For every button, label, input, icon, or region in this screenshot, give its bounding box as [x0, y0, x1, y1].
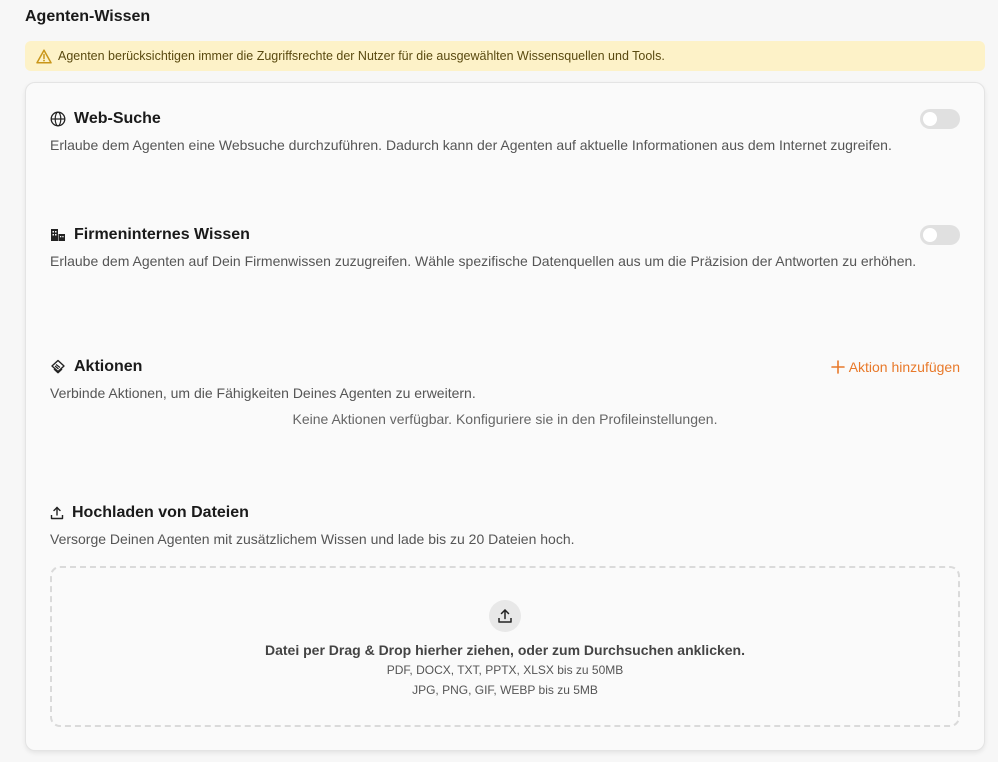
- actions-icon: [51, 359, 65, 374]
- upload-description: Versorge Deinen Agenten mit zusätzlichem…: [50, 531, 575, 547]
- web-search-toggle[interactable]: [920, 109, 960, 129]
- plus-icon: [830, 360, 845, 374]
- access-rights-banner: Agenten berücksichtigen immer die Zugrif…: [25, 41, 985, 71]
- file-dropzone[interactable]: Datei per Drag & Drop hierher ziehen, od…: [50, 566, 960, 727]
- page-title: Agenten-Wissen: [25, 8, 151, 25]
- web-search-description: Erlaube dem Agenten eine Websuche durchz…: [50, 137, 892, 153]
- actions-section: Aktionen Verbinde Aktionen, um die Fähig…: [50, 355, 960, 403]
- toggle-knob: [923, 228, 937, 242]
- upload-button[interactable]: [489, 600, 521, 632]
- web-search-title: Web-Suche: [74, 110, 161, 127]
- upload-icon: [50, 506, 64, 520]
- web-search-section: Web-Suche Erlaube dem Agenten eine Websu…: [50, 107, 960, 155]
- add-action-button[interactable]: Aktion hinzufügen: [830, 355, 960, 379]
- upload-section: Hochladen von Dateien Versorge Deinen Ag…: [50, 501, 960, 549]
- company-knowledge-description: Erlaube dem Agenten auf Dein Firmenwisse…: [50, 253, 917, 269]
- globe-icon: [50, 111, 66, 127]
- upload-title: Hochladen von Dateien: [72, 504, 249, 521]
- toggle-knob: [923, 112, 937, 126]
- upload-icon: [498, 609, 512, 623]
- dropzone-instructions: Datei per Drag & Drop hierher ziehen, od…: [264, 642, 745, 658]
- dropzone-doc-formats: PDF, DOCX, TXT, PPTX, XLSX bis zu 50MB: [386, 663, 624, 677]
- actions-empty-state: Keine Aktionen verfügbar. Konfiguriere s…: [292, 411, 718, 427]
- add-action-label: Aktion hinzufügen: [848, 359, 960, 375]
- company-knowledge-title: Firmeninternes Wissen: [74, 226, 250, 243]
- buildings-icon: [51, 229, 65, 241]
- company-knowledge-toggle[interactable]: [920, 225, 960, 245]
- actions-description: Verbinde Aktionen, um die Fähigkeiten De…: [50, 385, 476, 401]
- warning-triangle-icon: [36, 48, 52, 64]
- dropzone-image-formats: JPG, PNG, GIF, WEBP bis zu 5MB: [412, 683, 598, 697]
- knowledge-card: Web-Suche Erlaube dem Agenten eine Websu…: [25, 82, 985, 751]
- actions-title: Aktionen: [74, 358, 143, 375]
- banner-text: Agenten berücksichtigen immer die Zugrif…: [58, 49, 665, 63]
- company-knowledge-section: Firmeninternes Wissen Erlaube dem Agente…: [50, 223, 960, 271]
